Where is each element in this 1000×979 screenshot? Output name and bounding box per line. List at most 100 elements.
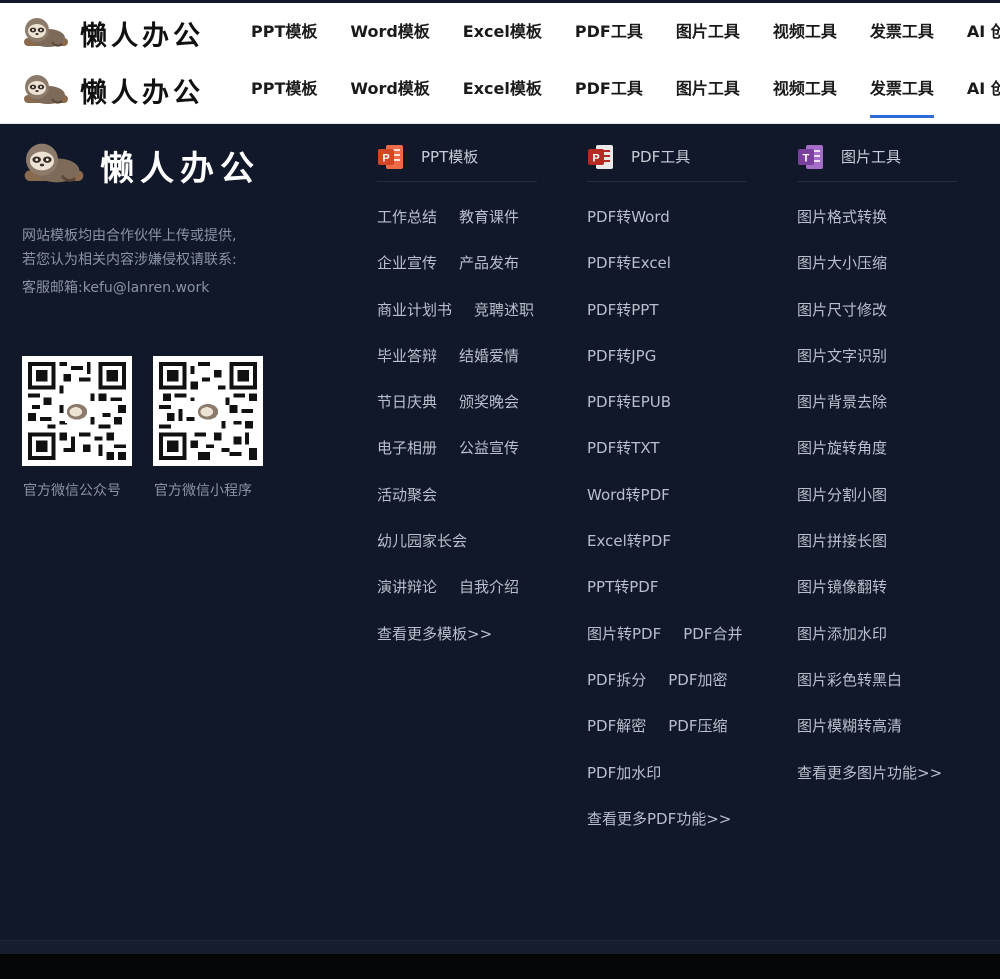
view-more-templates-link[interactable]: 查看更多模板>> xyxy=(377,623,492,644)
footer-link[interactable]: 图片彩色转黑白 xyxy=(797,669,902,690)
nav-item-ai[interactable]: AI 创作 xyxy=(967,60,1000,118)
brand-name: 懒人办公 xyxy=(80,78,204,109)
footer-link[interactable]: 演讲辩论 xyxy=(377,576,437,597)
sloth-logo-icon xyxy=(24,17,68,47)
footer-link[interactable]: 颁奖晚会 xyxy=(459,391,519,412)
footer-logo[interactable]: 懒人办公 xyxy=(22,140,260,190)
footer-link[interactable]: 图片大小压缩 xyxy=(797,252,887,273)
footer-link[interactable]: 图片旋转角度 xyxy=(797,437,887,458)
qr-code-icon xyxy=(28,362,126,460)
qr-code-image xyxy=(153,356,263,466)
link-row: 查看更多模板>> xyxy=(377,623,537,669)
footer-link[interactable]: PDF转EPUB xyxy=(587,391,671,412)
footer-link[interactable]: PDF压缩 xyxy=(668,715,727,736)
nav-item-video[interactable]: 视频工具 xyxy=(773,60,837,118)
footer-link[interactable]: 图片添加水印 xyxy=(797,623,887,644)
footer-link[interactable]: PDF转PPT xyxy=(587,299,658,320)
footer-link[interactable]: 公益宣传 xyxy=(459,437,519,458)
nav-item-ppt[interactable]: PPT模板 xyxy=(251,3,317,61)
column-links: 工作总结 教育课件 企业宣传 产品发布 商业计划书 竞聘述职 毕业答辩 结婚爱情… xyxy=(377,206,537,669)
view-more-pdf-link[interactable]: 查看更多PDF功能>> xyxy=(587,808,731,829)
link-row: 图片添加水印 xyxy=(797,623,957,669)
footer-link[interactable]: 图片格式转换 xyxy=(797,206,887,227)
footer-link[interactable]: PDF转JPG xyxy=(587,345,656,366)
footer-link[interactable]: 工作总结 xyxy=(377,206,437,227)
footer-link[interactable]: 图片模糊转高清 xyxy=(797,715,902,736)
footer-link[interactable]: PDF解密 xyxy=(587,715,646,736)
footer-link[interactable]: 幼儿园家长会 xyxy=(377,530,467,551)
brand-name: 懒人办公 xyxy=(80,21,204,52)
nav-item-invoice[interactable]: 发票工具 xyxy=(870,3,934,61)
link-row: 图片大小压缩 xyxy=(797,252,957,298)
footer-link[interactable]: Excel转PDF xyxy=(587,530,671,551)
column-links: 图片格式转换 图片大小压缩 图片尺寸修改 图片文字识别 图片背景去除 图片旋转角… xyxy=(797,206,957,808)
nav-item-ai[interactable]: AI 创作 xyxy=(967,3,1000,61)
footer-link[interactable]: PDF加密 xyxy=(668,669,727,690)
column-title: 图片工具 xyxy=(841,148,902,166)
main-nav-sticky: PPT模板 Word模板 Excel模板 PDF工具 图片工具 视频工具 发票工… xyxy=(251,60,1000,118)
nav-item-ppt[interactable]: PPT模板 xyxy=(251,60,317,118)
footer-link[interactable]: PDF转TXT xyxy=(587,437,660,458)
footer-divider xyxy=(0,940,1000,954)
footer-link[interactable]: PDF转Excel xyxy=(587,252,671,273)
nav-item-pdf[interactable]: PDF工具 xyxy=(575,60,643,118)
footer-link[interactable]: 企业宣传 xyxy=(377,252,437,273)
footer-link[interactable]: 结婚爱情 xyxy=(459,345,519,366)
footer-link[interactable]: 活动聚会 xyxy=(377,484,437,505)
footer-link[interactable]: 竞聘述职 xyxy=(474,299,534,320)
link-row: 图片彩色转黑白 xyxy=(797,669,957,715)
nav-item-invoice[interactable]: 发票工具 xyxy=(869,60,934,118)
nav-item-image[interactable]: 图片工具 xyxy=(676,3,740,61)
nav-item-video[interactable]: 视频工具 xyxy=(773,3,837,61)
nav-item-excel[interactable]: Excel模板 xyxy=(463,60,542,118)
nav-item-excel[interactable]: Excel模板 xyxy=(463,3,542,61)
link-row: Excel转PDF xyxy=(587,530,747,576)
footer-link[interactable]: 图片拼接长图 xyxy=(797,530,887,551)
bottom-strip xyxy=(0,954,1000,979)
link-row: 图片尺寸修改 xyxy=(797,299,957,345)
footer-link[interactable]: PDF合并 xyxy=(683,623,742,644)
footer-link[interactable]: 商业计划书 xyxy=(377,299,452,320)
view-more-image-link[interactable]: 查看更多图片功能>> xyxy=(797,762,942,783)
link-row: 节日庆典 颁奖晚会 xyxy=(377,391,537,437)
link-row: PPT转PDF xyxy=(587,576,747,622)
link-row: PDF转JPG xyxy=(587,345,747,391)
footer-link[interactable]: PPT转PDF xyxy=(587,576,658,597)
link-row: 活动聚会 xyxy=(377,484,537,530)
link-row: Word转PDF xyxy=(587,484,747,530)
footer-link[interactable]: Word转PDF xyxy=(587,484,670,505)
site-logo-sticky[interactable]: 懒人办公 xyxy=(22,71,204,110)
link-row: PDF转Excel xyxy=(587,252,747,298)
nav-item-pdf[interactable]: PDF工具 xyxy=(575,3,643,61)
footer-email[interactable]: 客服邮箱:kefu@lanren.work xyxy=(22,277,209,297)
footer-link[interactable]: 图片分割小图 xyxy=(797,484,887,505)
footer-link[interactable]: 教育课件 xyxy=(459,206,519,227)
footer-link[interactable]: 节日庆典 xyxy=(377,391,437,412)
footer-link[interactable]: 自我介绍 xyxy=(459,576,519,597)
footer-link[interactable]: 图片转PDF xyxy=(587,623,661,644)
footer-link[interactable]: 图片背景去除 xyxy=(797,391,887,412)
link-row: PDF拆分 PDF加密 xyxy=(587,669,747,715)
footer-link[interactable]: 图片镜像翻转 xyxy=(797,576,887,597)
nav-item-word[interactable]: Word模板 xyxy=(350,3,429,61)
site-footer: 懒人办公 网站模板均由合作伙伴上传或提供, 若您认为相关内容涉嫌侵权请联系: 客… xyxy=(0,124,1000,940)
footer-link[interactable]: 图片尺寸修改 xyxy=(797,299,887,320)
footer-link[interactable]: 毕业答辩 xyxy=(377,345,437,366)
nav-item-image[interactable]: 图片工具 xyxy=(676,60,740,118)
top-nav-bar: 懒人办公 PPT模板 Word模板 Excel模板 PDF工具 图片工具 视频工… xyxy=(0,3,1000,61)
link-row: 查看更多图片功能>> xyxy=(797,762,957,808)
footer-link[interactable]: 电子相册 xyxy=(377,437,437,458)
site-logo[interactable]: 懒人办公 xyxy=(22,14,204,53)
footer-link[interactable]: 产品发布 xyxy=(459,252,519,273)
link-row: 图片文字识别 xyxy=(797,345,957,391)
pdf-icon: P xyxy=(588,144,613,169)
footer-link[interactable]: PDF转Word xyxy=(587,206,670,227)
footer-link[interactable]: 图片文字识别 xyxy=(797,345,887,366)
nav-item-word[interactable]: Word模板 xyxy=(350,60,429,118)
footer-column-image: T 图片工具 图片格式转换 图片大小压缩 图片尺寸修改 图片文字识别 图片背景去… xyxy=(797,142,957,808)
footer-link[interactable]: PDF拆分 xyxy=(587,669,646,690)
link-row: 查看更多PDF功能>> xyxy=(587,808,747,854)
footer-link[interactable]: PDF加水印 xyxy=(587,762,661,783)
link-row: 演讲辩论 自我介绍 xyxy=(377,576,537,622)
link-row: 图片模糊转高清 xyxy=(797,715,957,761)
